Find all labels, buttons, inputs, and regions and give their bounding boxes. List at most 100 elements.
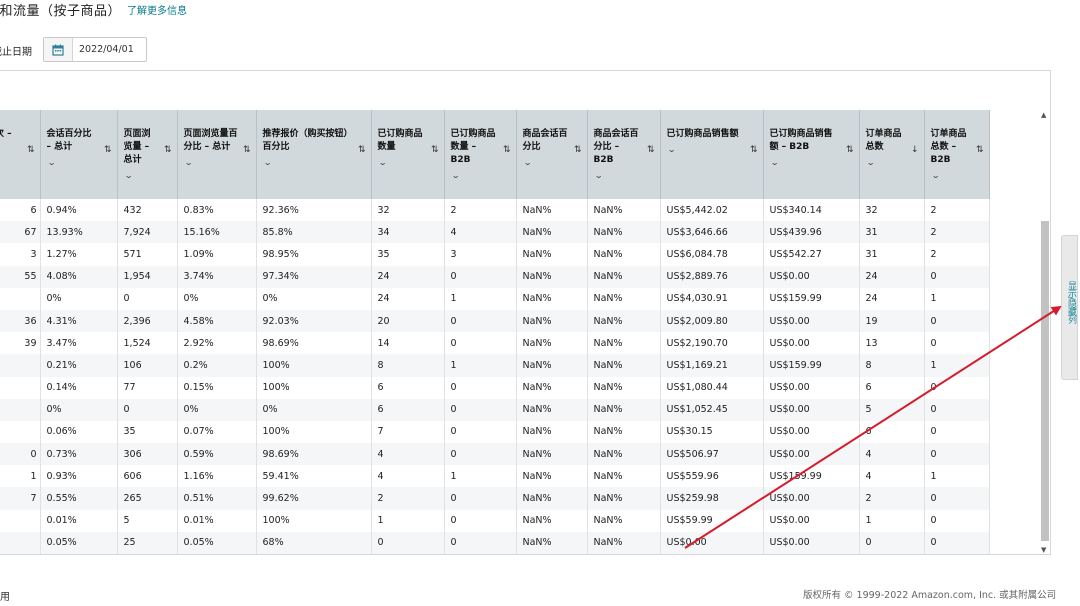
table-cell: 68%: [256, 531, 372, 554]
table-cell: 306: [117, 443, 178, 466]
sort-icon[interactable]: ⇅: [164, 144, 172, 157]
table-cell: NaN%: [587, 531, 661, 554]
column-header[interactable]: 页面浏览量 – 总计 ⇅ ⌄: [117, 110, 178, 199]
sort-icon[interactable]: ⇅: [503, 144, 511, 157]
scroll-down-icon[interactable]: ▼: [1041, 546, 1046, 554]
table-row: 39 3.47% 1,524 2.92% 98.69% 14 0 NaN% NaN% US$2,1…: [0, 332, 990, 355]
date-picker[interactable]: 2022/04/01: [43, 37, 147, 62]
table-cell: [0, 354, 41, 377]
column-header[interactable]: 商品会话百分比 – B2B ⇅ ⌄: [587, 110, 661, 199]
table-cell: 0: [444, 509, 517, 532]
table-cell: 8: [371, 354, 445, 377]
table-cell: US$0.00: [763, 509, 860, 532]
calendar-icon[interactable]: [44, 38, 73, 61]
table-row: 7 0.55% 265 0.51% 99.62% 2 0 NaN% NaN% US$259.98 U…: [0, 487, 990, 510]
table-cell: 5: [859, 398, 925, 421]
table-cell: 1: [924, 287, 990, 310]
table-cell: NaN%: [516, 287, 588, 310]
show-hide-columns-tab[interactable]: 显示/隐藏列: [1061, 235, 1078, 380]
table-cell: 13.93%: [40, 221, 118, 244]
table-cell: 0.2%: [177, 354, 257, 377]
column-header[interactable]: 订单商品总数 ↓ ⌄: [859, 110, 925, 199]
table-row: 0.06% 35 0.07% 100% 7 0 NaN% NaN% US$30.15 US$0.0…: [0, 420, 990, 444]
footer-left[interactable]: 使用: [0, 588, 10, 603]
table-cell: NaN%: [516, 265, 588, 288]
table-cell: NaN%: [587, 243, 661, 266]
table-cell: NaN%: [516, 309, 588, 333]
table-cell: 92.03%: [256, 309, 372, 333]
table-cell: 0: [924, 332, 990, 355]
table-cell: 0: [444, 265, 517, 288]
table-cell: 0.83%: [177, 199, 257, 222]
column-header[interactable]: 商品会话百分比 ⇅ ⌄: [516, 110, 588, 199]
table-cell: NaN%: [587, 509, 661, 532]
date-label: 截止日期: [0, 46, 32, 58]
sort-icon[interactable]: ⇅: [647, 144, 655, 157]
table-cell: US$0.00: [763, 420, 860, 444]
table-cell: 0.51%: [177, 487, 257, 510]
chevron-down-icon[interactable]: ⌄: [931, 169, 1007, 182]
scrollbar-thumb[interactable]: [1041, 221, 1049, 541]
table-row: 1 0.93% 606 1.16% 59.41% 4 1 NaN% NaN% US$559.96 U…: [0, 465, 990, 488]
table-cell: 35: [117, 420, 178, 444]
vertical-scrollbar[interactable]: ▲ ▼: [1040, 111, 1050, 554]
date-input[interactable]: 2022/04/01: [73, 38, 134, 61]
scroll-up-icon[interactable]: ▲: [1041, 111, 1046, 119]
footer-copyright: 版权所有 © 1999-2022 Amazon.com, Inc. 或其附属公司: [803, 590, 1057, 601]
table-cell: 0: [924, 420, 990, 444]
table-cell: NaN%: [516, 487, 588, 510]
table-cell: 0: [924, 376, 990, 399]
column-header[interactable]: 话次 – 总⇅⌄: [0, 110, 41, 199]
column-header[interactable]: 推荐报价（购买按钮）百分比 ⇅ ⌄: [256, 110, 372, 199]
table-cell: 0: [0, 443, 41, 466]
table-cell: 0: [924, 531, 990, 554]
table-cell: US$259.98: [660, 487, 764, 510]
column-header[interactable]: 已订购商品销售额 – B2B ⇅ ⌄: [763, 110, 860, 199]
table-cell: 2: [371, 487, 445, 510]
table-cell: US$2,190.70: [660, 332, 764, 355]
table-cell: US$5,442.02: [660, 199, 764, 222]
table-cell: 36: [0, 309, 41, 333]
column-header[interactable]: 会话百分比 – 总计 ⇅ ⌄: [40, 110, 118, 199]
table-cell: [0, 509, 41, 532]
sort-icon[interactable]: ⇅: [976, 144, 984, 157]
table-cell: 32: [371, 199, 445, 222]
table-cell: NaN%: [516, 398, 588, 421]
table-cell: 571: [117, 243, 178, 266]
data-table: 话次 – 总⇅⌄会话百分比 – 总计⇅⌄页面浏览量 – 总计⇅⌄页面浏览量百分比…: [0, 110, 990, 554]
table-cell: 2: [924, 221, 990, 244]
table-cell: 0: [117, 398, 178, 421]
table-row: 0% 0 0% 0% 6 0 NaN% NaN% US$1,052.45 US$0.00 5 0: [0, 398, 990, 421]
table-cell: 3: [0, 243, 41, 266]
table-cell: NaN%: [516, 332, 588, 355]
column-header[interactable]: 页面浏览量百分比 – 总计 ⇅ ⌄: [177, 110, 257, 199]
column-header[interactable]: 已订购商品数量 – B2B ⇅ ⌄: [444, 110, 517, 199]
table-cell: 55: [0, 265, 41, 288]
table-row: 6 0.94% 432 0.83% 92.36% 32 2 NaN% NaN% US$5,442.…: [0, 199, 990, 222]
table-cell: 1: [444, 287, 517, 310]
table-cell: 5: [117, 509, 178, 532]
table-cell: US$559.96: [660, 465, 764, 488]
table-cell: US$4,030.91: [660, 287, 764, 310]
table-cell: US$1,169.21: [660, 354, 764, 377]
table-cell: 0.01%: [40, 509, 118, 532]
table-header-row: 话次 – 总⇅⌄会话百分比 – 总计⇅⌄页面浏览量 – 总计⇅⌄页面浏览量百分比…: [0, 110, 990, 199]
table-cell: 0: [924, 265, 990, 288]
column-header[interactable]: 已订购商品数量 ⇅ ⌄: [371, 110, 445, 199]
learn-more-link[interactable]: 了解更多信息: [127, 2, 187, 17]
table-cell: 0%: [40, 287, 118, 310]
table-cell: 0: [924, 443, 990, 466]
column-header-label: 会话百分比 – 总计: [46, 129, 92, 152]
column-header-label: 已订购商品销售额: [666, 129, 739, 139]
column-header[interactable]: 已订购商品销售额 ⇅ ⌄: [660, 110, 764, 199]
column-header-label: 推荐报价（购买按钮）百分比: [262, 129, 353, 152]
table-cell: US$542.27: [763, 243, 860, 266]
column-header[interactable]: 订单商品总数 – B2B ⇅ ⌄: [924, 110, 990, 199]
table-cell: NaN%: [516, 221, 588, 244]
table-cell: 100%: [256, 509, 372, 532]
table-cell: 4: [859, 465, 925, 488]
table-cell: NaN%: [587, 199, 661, 222]
table-cell: 98.69%: [256, 332, 372, 355]
table-cell: US$0.00: [763, 332, 860, 355]
table-cell: US$0.00: [763, 398, 860, 421]
